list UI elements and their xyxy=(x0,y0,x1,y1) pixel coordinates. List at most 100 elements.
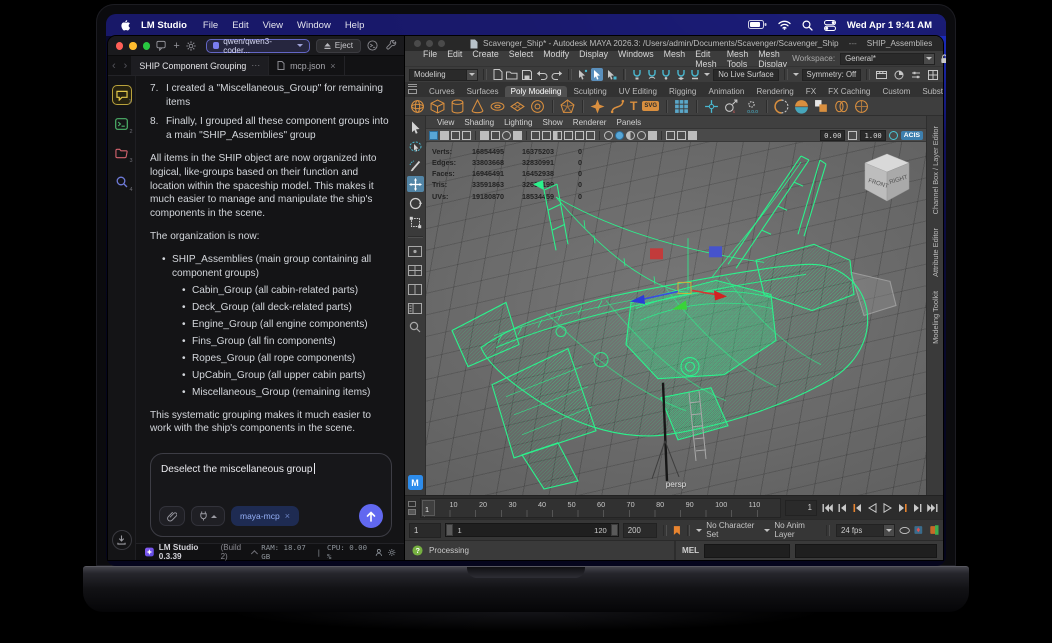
select-hierarchy-icon[interactable] xyxy=(577,68,589,81)
forward-chevron-icon[interactable]: › xyxy=(120,56,132,75)
open-scene-icon[interactable] xyxy=(506,68,518,81)
anim-layer-selector[interactable]: No Anim Layer xyxy=(774,521,820,539)
chat-input[interactable]: Deselect the miscellaneous group xyxy=(161,463,381,475)
snap-point-icon[interactable] xyxy=(661,68,673,81)
command-result[interactable] xyxy=(795,543,937,558)
tab-chat[interactable]: SHIP Component Grouping ⋯ xyxy=(131,56,270,75)
apple-icon[interactable] xyxy=(120,19,131,32)
interactive-split-icon[interactable] xyxy=(794,99,809,114)
shelf-tab[interactable]: Poly Modeling xyxy=(504,86,568,97)
menu-set-selector[interactable]: Modeling xyxy=(409,68,478,81)
redo-icon[interactable] xyxy=(551,68,563,81)
shelf-tab[interactable]: Sculpting xyxy=(567,86,612,97)
gamma-field[interactable]: 1.00 xyxy=(860,129,886,141)
fps-selector[interactable]: 24 fps xyxy=(835,523,895,537)
poly-cylinder-icon[interactable] xyxy=(450,99,465,114)
viewport-toolbar-icon[interactable] xyxy=(604,130,613,140)
menubar-window[interactable]: Window xyxy=(297,20,331,31)
zoom-button[interactable] xyxy=(438,40,445,47)
mirror-icon[interactable] xyxy=(774,98,789,114)
anim-start-field[interactable]: 1 xyxy=(409,522,442,538)
viewport-toolbar-icon[interactable] xyxy=(440,130,449,140)
poly-pipe-icon[interactable] xyxy=(530,99,545,114)
model-selector[interactable]: qwen/qwen3-coder... xyxy=(205,37,310,55)
ellipsis-icon[interactable]: ⋯ xyxy=(251,60,260,71)
menubar-edit[interactable]: Edit xyxy=(232,20,248,31)
panel-menu-item[interactable]: Panels xyxy=(611,118,646,127)
new-chat-button[interactable]: + xyxy=(173,40,179,52)
poly-cone-icon[interactable] xyxy=(470,98,485,114)
control-center-icon[interactable] xyxy=(823,19,836,31)
wifi-icon[interactable] xyxy=(778,20,791,30)
toolbox-display-icon[interactable] xyxy=(926,68,939,81)
shelf-tab[interactable]: Substance xyxy=(916,86,943,97)
close-button[interactable] xyxy=(414,40,421,47)
shelf-tab[interactable]: Animation xyxy=(702,86,750,97)
anim-pref-icon[interactable] xyxy=(408,500,416,507)
undo-icon[interactable] xyxy=(536,68,548,81)
scale-tool[interactable] xyxy=(407,214,424,230)
pivot-tool-icon[interactable] xyxy=(704,99,719,114)
play-forwards-button[interactable] xyxy=(881,502,893,514)
menubar-clock[interactable]: Wed Apr 1 9:41 AM xyxy=(847,20,932,31)
poly-cube-icon[interactable] xyxy=(430,98,445,114)
layout-single-pane[interactable] xyxy=(407,243,424,259)
rotate-tool[interactable] xyxy=(407,195,424,211)
status-chevron-icon[interactable] xyxy=(250,549,258,557)
shelf-tab[interactable]: FX xyxy=(800,86,822,97)
send-button[interactable] xyxy=(359,504,383,528)
loop-mode-icon[interactable] xyxy=(899,526,910,535)
poly-sphere-icon[interactable] xyxy=(410,99,425,114)
battery-icon[interactable] xyxy=(747,20,767,30)
step-forward-frame-button[interactable] xyxy=(911,502,923,514)
tools-button[interactable] xyxy=(191,506,225,526)
menu-item[interactable]: Select xyxy=(504,49,538,69)
current-frame-field[interactable]: 1 xyxy=(785,499,817,516)
menu-item[interactable]: Display xyxy=(574,49,613,69)
minimize-button[interactable] xyxy=(129,41,137,50)
ipr-render-icon[interactable] xyxy=(892,68,905,81)
current-frame-indicator[interactable]: 1 xyxy=(422,499,435,516)
viewport-toolbar-icon[interactable] xyxy=(429,130,438,140)
menu-item[interactable]: Create xyxy=(467,49,503,69)
search-icon[interactable] xyxy=(802,19,813,31)
menu-item[interactable]: Windows xyxy=(613,49,659,69)
viewport-toolbar-icon[interactable] xyxy=(848,130,858,140)
platonic-solid-icon[interactable] xyxy=(560,98,575,114)
menu-item[interactable]: Edit xyxy=(442,49,467,69)
type-tool-icon[interactable]: T xyxy=(630,99,637,113)
viewport-toolbar-icon[interactable] xyxy=(626,130,635,140)
shelf-menu-icon[interactable] xyxy=(408,84,417,87)
render-settings-icon[interactable] xyxy=(909,68,922,81)
workspace-selector[interactable]: General* xyxy=(840,52,936,65)
menu-item[interactable]: File xyxy=(418,49,442,69)
panel-menu-item[interactable]: Shading xyxy=(459,118,499,127)
paint-select-tool[interactable] xyxy=(407,157,424,173)
viewport-toolbar-icon[interactable] xyxy=(480,130,489,140)
attach-button[interactable] xyxy=(159,506,185,526)
shelf-tab[interactable]: Custom xyxy=(876,86,916,97)
viewport-toolbar-icon[interactable] xyxy=(542,130,551,140)
poly-torus-icon[interactable] xyxy=(490,99,505,114)
eject-model-button[interactable]: Eject xyxy=(315,38,361,53)
chevron-down-icon[interactable] xyxy=(792,73,799,79)
menu-item[interactable]: Mesh Tools xyxy=(722,49,754,69)
select-tool[interactable] xyxy=(407,119,424,135)
sidebar-item-my-models[interactable]: 3 xyxy=(112,143,133,164)
menu-item[interactable]: Edit Mesh xyxy=(690,49,722,69)
viewport-toolbar-icon[interactable] xyxy=(564,130,573,140)
viewport-toolbar-icon[interactable] xyxy=(688,130,697,140)
menubar-app-name[interactable]: LM Studio xyxy=(141,20,187,31)
move-tool[interactable] xyxy=(406,176,424,192)
dock-tab[interactable]: Modeling Toolkit xyxy=(931,284,940,351)
menubar-help[interactable]: Help xyxy=(345,20,365,31)
tab-mcp-json[interactable]: mcp.json × xyxy=(269,56,345,75)
viewport-toolbar-icon[interactable] xyxy=(513,130,522,140)
remove-mcp-icon[interactable]: × xyxy=(285,511,290,521)
anim-snapshot-icon[interactable] xyxy=(929,524,939,536)
shelf-tab[interactable]: Surfaces xyxy=(461,86,505,97)
viewport-toolbar-icon[interactable] xyxy=(648,130,657,140)
chat-transcript[interactable]: 7. I created a "Miscellaneous_Group" for … xyxy=(136,76,405,445)
boolean-icon[interactable] xyxy=(834,99,849,114)
exposure-field[interactable]: 0.00 xyxy=(820,129,846,141)
